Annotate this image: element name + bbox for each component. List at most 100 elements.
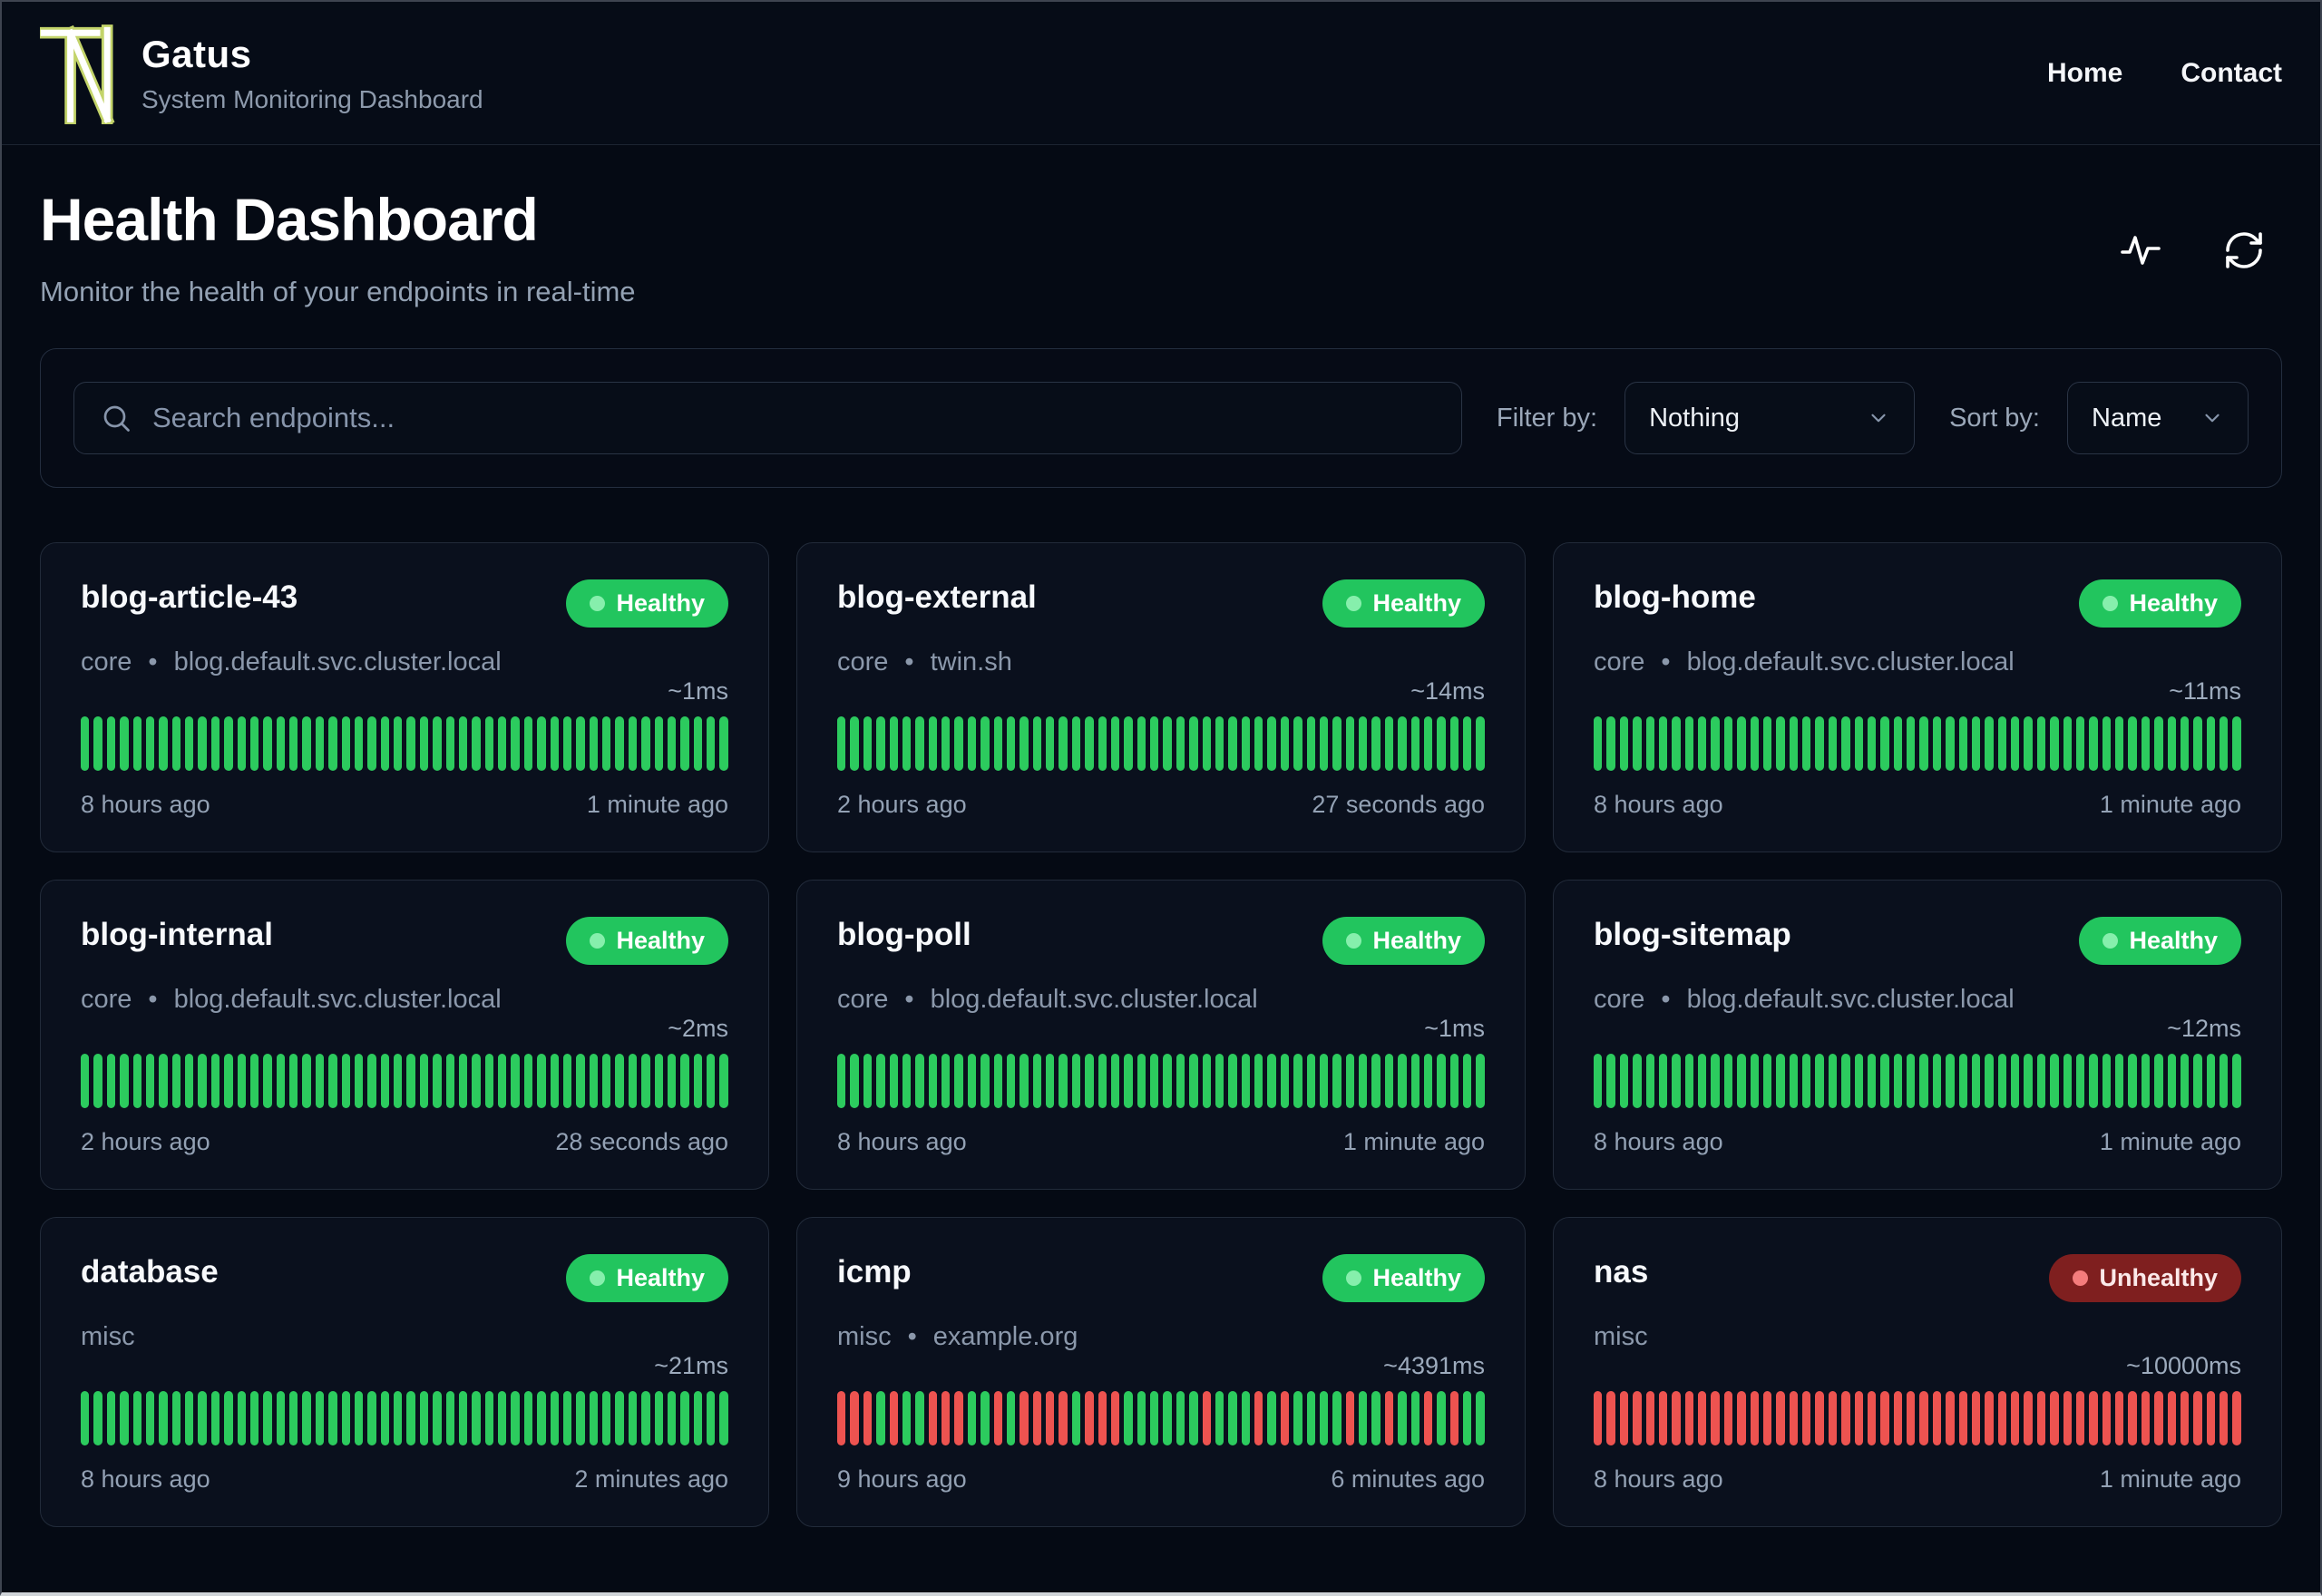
status-bar[interactable] — [693, 1054, 702, 1108]
activity-icon[interactable] — [2119, 229, 2162, 272]
status-bar[interactable] — [967, 1054, 977, 1108]
status-bar[interactable] — [406, 1391, 415, 1445]
status-bar[interactable] — [537, 716, 546, 771]
status-bar[interactable] — [120, 1054, 129, 1108]
status-bar[interactable] — [2115, 1391, 2124, 1445]
status-bar[interactable] — [1867, 1391, 1877, 1445]
status-bar[interactable] — [2024, 716, 2033, 771]
status-bar[interactable] — [354, 1391, 364, 1445]
status-bar[interactable] — [1762, 1054, 1772, 1108]
endpoint-card[interactable]: blog-sitemap Healthy core • blog.default… — [1553, 880, 2282, 1190]
status-bar[interactable] — [315, 716, 325, 771]
status-bar[interactable] — [550, 1391, 559, 1445]
status-bar[interactable] — [394, 716, 403, 771]
status-bar[interactable] — [1137, 716, 1146, 771]
status-bar[interactable] — [1985, 1391, 1994, 1445]
status-bar[interactable] — [1293, 1391, 1302, 1445]
status-bar[interactable] — [1932, 1054, 1942, 1108]
status-bar[interactable] — [2050, 1054, 2059, 1108]
status-bar[interactable] — [1319, 716, 1329, 771]
status-bar[interactable] — [1150, 716, 1159, 771]
status-bar[interactable] — [863, 1391, 873, 1445]
status-bar[interactable] — [1163, 716, 1172, 771]
status-bar[interactable] — [1711, 1391, 1720, 1445]
status-bar[interactable] — [120, 1391, 129, 1445]
status-bar[interactable] — [1698, 1054, 1707, 1108]
status-bar[interactable] — [1946, 716, 1955, 771]
status-bar[interactable] — [1750, 1054, 1759, 1108]
status-bar[interactable] — [198, 1391, 207, 1445]
status-bar[interactable] — [1907, 716, 1916, 771]
status-bar[interactable] — [472, 1391, 481, 1445]
status-bar[interactable] — [628, 1054, 638, 1108]
status-bar[interactable] — [341, 1054, 350, 1108]
status-bar[interactable] — [198, 1054, 207, 1108]
status-bar[interactable] — [2050, 716, 2059, 771]
status-bar[interactable] — [1176, 1391, 1185, 1445]
status-bar[interactable] — [1306, 716, 1315, 771]
status-bar[interactable] — [406, 716, 415, 771]
status-bar[interactable] — [445, 1054, 454, 1108]
status-bar[interactable] — [850, 1054, 859, 1108]
status-bar[interactable] — [902, 1054, 912, 1108]
status-bar[interactable] — [941, 716, 951, 771]
status-bar[interactable] — [328, 1391, 337, 1445]
status-bar[interactable] — [1176, 716, 1185, 771]
status-bar[interactable] — [2024, 1054, 2033, 1108]
status-bar[interactable] — [1293, 1054, 1302, 1108]
status-bar[interactable] — [367, 716, 376, 771]
status-bar[interactable] — [1423, 1391, 1433, 1445]
status-bar[interactable] — [1163, 1054, 1172, 1108]
status-bar[interactable] — [1228, 1391, 1237, 1445]
status-bar[interactable] — [628, 1391, 638, 1445]
status-bar[interactable] — [1046, 716, 1055, 771]
filter-dropdown[interactable]: Nothing — [1624, 382, 1916, 454]
status-bar[interactable] — [1946, 1054, 1955, 1108]
status-bar[interactable] — [93, 1054, 102, 1108]
status-bar[interactable] — [693, 716, 702, 771]
status-bar[interactable] — [667, 1054, 677, 1108]
status-bar[interactable] — [2206, 716, 2215, 771]
status-bar[interactable] — [2180, 1391, 2190, 1445]
status-bar[interactable] — [1124, 716, 1133, 771]
status-bar[interactable] — [2036, 1391, 2046, 1445]
status-bar[interactable] — [1071, 716, 1081, 771]
status-bar[interactable] — [1306, 1054, 1315, 1108]
status-bar[interactable] — [484, 716, 493, 771]
status-bar[interactable] — [981, 716, 990, 771]
status-bar[interactable] — [1997, 716, 2006, 771]
status-bar[interactable] — [876, 1391, 885, 1445]
status-bar[interactable] — [2193, 716, 2202, 771]
status-bar[interactable] — [2036, 1054, 2046, 1108]
status-bar[interactable] — [1802, 1054, 1811, 1108]
status-bar[interactable] — [589, 716, 598, 771]
status-bar[interactable] — [380, 1054, 389, 1108]
status-bar[interactable] — [289, 1054, 298, 1108]
status-bar[interactable] — [1476, 1391, 1485, 1445]
status-bar[interactable] — [1985, 716, 1994, 771]
status-bar[interactable] — [602, 716, 611, 771]
status-bar[interactable] — [498, 716, 507, 771]
status-bar[interactable] — [654, 1054, 663, 1108]
status-bar[interactable] — [2115, 1054, 2124, 1108]
status-bar[interactable] — [472, 1054, 481, 1108]
status-bar[interactable] — [2141, 1054, 2151, 1108]
status-bar[interactable] — [1958, 716, 1967, 771]
status-bar[interactable] — [289, 716, 298, 771]
nav-link-home[interactable]: Home — [2047, 58, 2122, 89]
status-bar[interactable] — [2089, 716, 2098, 771]
status-bar[interactable] — [1345, 1054, 1354, 1108]
status-bar[interactable] — [1723, 1054, 1733, 1108]
status-bar[interactable] — [81, 716, 90, 771]
status-bar[interactable] — [1189, 716, 1198, 771]
status-bar[interactable] — [993, 1054, 1002, 1108]
status-bar[interactable] — [354, 716, 364, 771]
status-bar[interactable] — [511, 1054, 520, 1108]
status-bar[interactable] — [954, 1391, 963, 1445]
status-bar[interactable] — [1711, 716, 1720, 771]
status-bar[interactable] — [2128, 716, 2137, 771]
status-bar[interactable] — [1202, 1054, 1211, 1108]
status-bar[interactable] — [537, 1391, 546, 1445]
status-bar[interactable] — [1606, 1054, 1615, 1108]
status-bar[interactable] — [1280, 1054, 1290, 1108]
